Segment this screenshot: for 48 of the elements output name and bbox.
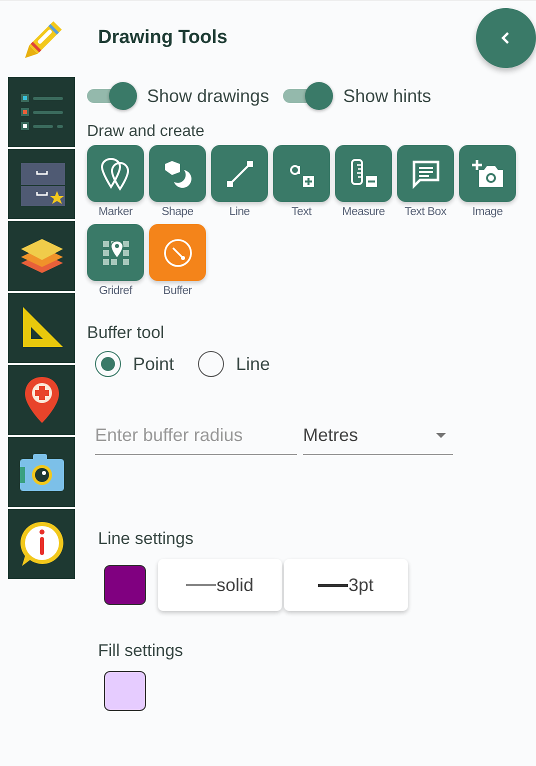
tool-label: Measure	[342, 206, 385, 218]
tool-label: Buffer	[163, 285, 192, 297]
section-heading: Line settings	[97, 529, 194, 549]
panel-title: Drawing Tools	[98, 27, 228, 49]
info-icon[interactable]	[8, 509, 75, 579]
layers-icon[interactable]	[8, 221, 75, 291]
unit-dropdown[interactable]: Metres	[303, 421, 453, 455]
add-photo-icon	[470, 158, 504, 190]
radio-button[interactable]	[95, 351, 121, 377]
marker-icon	[100, 156, 132, 190]
tool-button[interactable]	[335, 145, 392, 202]
tool-label: Line	[229, 206, 250, 218]
tool-label: Shape	[162, 206, 194, 218]
tool-label: Text	[292, 206, 312, 218]
section-heading: Buffer tool	[87, 323, 166, 343]
tool-label: Gridref	[98, 285, 132, 297]
radius-field[interactable]: Enter buffer radius	[95, 421, 297, 455]
radio-button[interactable]	[198, 351, 224, 377]
cabinet-icon[interactable]	[8, 149, 75, 219]
toggle-label: Show drawings	[147, 86, 270, 106]
tool-button[interactable]	[87, 224, 144, 281]
toggle-label: Show hints	[343, 86, 432, 106]
radio-label: Line	[236, 354, 270, 374]
tool-label: Text Box	[404, 206, 446, 218]
caret-icon	[435, 432, 447, 440]
tool-button[interactable]	[459, 145, 516, 202]
line-style-button[interactable]: solid	[158, 559, 282, 611]
set-square-icon[interactable]	[8, 293, 75, 363]
radius-icon	[162, 236, 194, 268]
line-width-button[interactable]: 3pt	[284, 559, 408, 611]
tool-label: Marker	[98, 206, 132, 218]
tool-button[interactable]	[273, 145, 330, 202]
line-color-swatch[interactable]	[104, 565, 146, 605]
tool-button[interactable]	[397, 145, 454, 202]
toggle-switch[interactable]	[283, 81, 336, 111]
toggle-switch[interactable]	[87, 81, 139, 111]
tool-button[interactable]	[211, 145, 268, 202]
section-heading: Fill settings	[97, 641, 184, 661]
radio-label: Point	[133, 354, 174, 374]
section-heading: Draw and create	[87, 123, 206, 141]
tool-button[interactable]	[149, 145, 206, 202]
tool-label: Image	[472, 206, 503, 218]
tool-button[interactable]	[87, 145, 144, 202]
collapse-button[interactable]	[476, 8, 536, 68]
fill-color-swatch[interactable]	[104, 671, 146, 711]
camera-icon[interactable]	[8, 437, 75, 507]
map-pin-icon[interactable]	[8, 365, 75, 435]
tool-button[interactable]	[149, 224, 206, 281]
